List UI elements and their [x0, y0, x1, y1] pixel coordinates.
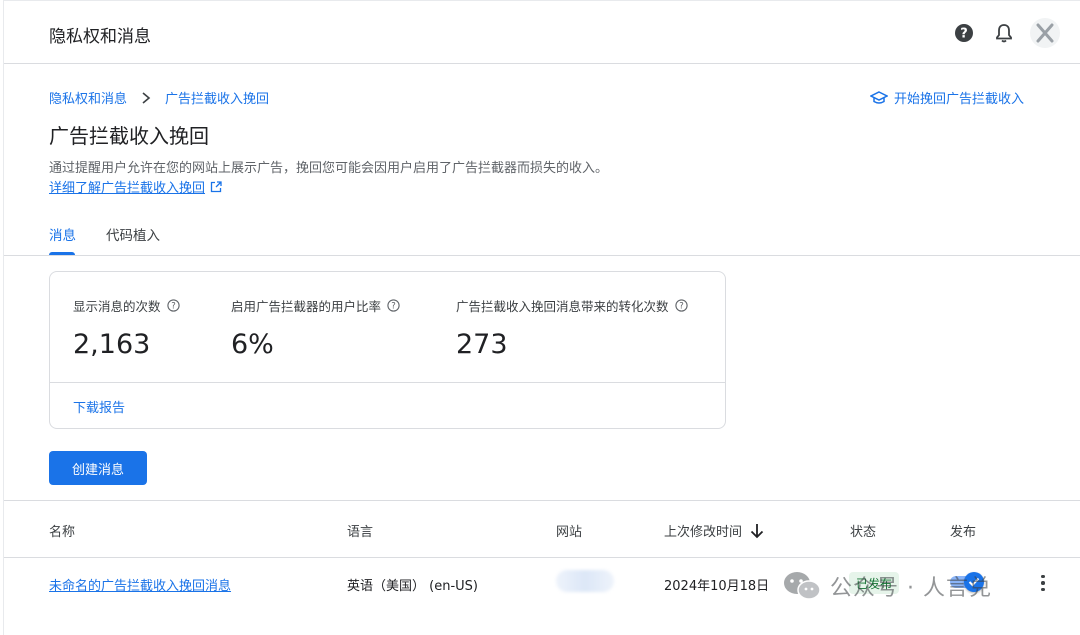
stat-conversions: 广告拦截收入挽回消息带来的转化次数 ? 273 — [456, 296, 688, 360]
stat-label: 广告拦截收入挽回消息带来的转化次数 — [456, 299, 669, 314]
active-tab-indicator — [49, 252, 75, 255]
page-title: 广告拦截收入挽回 — [49, 124, 209, 148]
stat-label: 启用广告拦截器的用户比率 — [231, 299, 382, 314]
svg-text:?: ? — [391, 302, 396, 312]
message-modified-date: 2024年10月18日 — [664, 579, 770, 594]
wechat-icon — [784, 572, 821, 600]
bell-icon[interactable] — [990, 19, 1018, 47]
school-icon — [870, 90, 888, 104]
column-header-name[interactable]: 名称 — [49, 521, 75, 540]
message-name-link[interactable]: 未命名的广告拦截收入挽回消息 — [49, 575, 231, 594]
column-header-publish[interactable]: 发布 — [950, 521, 976, 540]
stat-label: 显示消息的次数 — [73, 299, 161, 314]
site-blurred — [556, 570, 614, 592]
help-outline-icon[interactable]: ? — [166, 299, 180, 312]
column-header-status[interactable]: 状态 — [850, 521, 876, 540]
create-message-button[interactable]: 创建消息 — [49, 451, 147, 485]
stat-adblock-rate: 启用广告拦截器的用户比率 ? 6% — [231, 296, 400, 360]
stat-value: 6% — [231, 329, 274, 360]
svg-text:?: ? — [960, 27, 968, 42]
stat-value: 2,163 — [73, 329, 151, 360]
breadcrumb: 隐私权和消息 广告拦截收入挽回 — [49, 88, 269, 107]
stats-card: 显示消息的次数 ? 2,163 启用广告拦截器的用户比率 ? 6% 广告拦截收入… — [49, 271, 726, 429]
help-outline-icon[interactable]: ? — [387, 299, 400, 312]
chevron-right-icon — [141, 91, 151, 104]
column-header-modified-label: 上次修改时间 — [664, 525, 743, 540]
learn-more-label: 详细了解广告拦截收入挽回 — [49, 181, 206, 196]
table-divider — [4, 500, 1080, 501]
stat-value: 273 — [456, 329, 508, 360]
tab-code-placement[interactable]: 代码植入 — [106, 224, 160, 244]
stat-impressions: 显示消息的次数 ? 2,163 — [73, 296, 180, 360]
svg-text:?: ? — [679, 302, 684, 312]
help-outline-icon[interactable]: ? — [674, 299, 688, 312]
tab-messages[interactable]: 消息 — [49, 224, 76, 244]
left-edge — [0, 0, 4, 635]
column-header-modified[interactable]: 上次修改时间 — [664, 521, 764, 540]
arrow-down-icon — [750, 523, 764, 538]
watermark-text: 公众号 · 人言兑 — [830, 576, 992, 601]
message-language: 英语（美国） (en-US) — [347, 579, 478, 594]
start-recovery-label: 开始挽回广告拦截收入 — [894, 92, 1025, 107]
svg-text:?: ? — [171, 302, 176, 312]
more-vert-icon[interactable] — [1036, 572, 1050, 594]
column-header-site[interactable]: 网站 — [556, 521, 582, 540]
table-header-divider — [4, 557, 1080, 558]
page-description: 通过提醒用户允许在您的网站上展示广告，挽回您可能会因用户启用了广告拦截器而损失的… — [49, 161, 609, 176]
app-title: 隐私权和消息 — [49, 27, 151, 47]
tab-bar: 消息 代码植入 — [4, 215, 1080, 256]
avatar[interactable] — [1030, 18, 1060, 48]
download-report-link[interactable]: 下载报告 — [73, 397, 125, 416]
card-divider — [50, 382, 725, 383]
top-app-bar: 隐私权和消息 ? — [4, 0, 1080, 64]
watermark: 公众号 · 人言兑 — [782, 570, 992, 602]
column-header-language[interactable]: 语言 — [347, 521, 373, 540]
learn-more-link[interactable]: 详细了解广告拦截收入挽回 — [49, 177, 222, 196]
start-recovery-link[interactable]: 开始挽回广告拦截收入 — [870, 88, 1024, 107]
help-icon[interactable]: ? — [950, 19, 978, 47]
breadcrumb-item-adblock[interactable]: 广告拦截收入挽回 — [165, 88, 269, 107]
open-in-new-icon — [210, 180, 222, 192]
breadcrumb-item-privacy[interactable]: 隐私权和消息 — [49, 88, 127, 107]
